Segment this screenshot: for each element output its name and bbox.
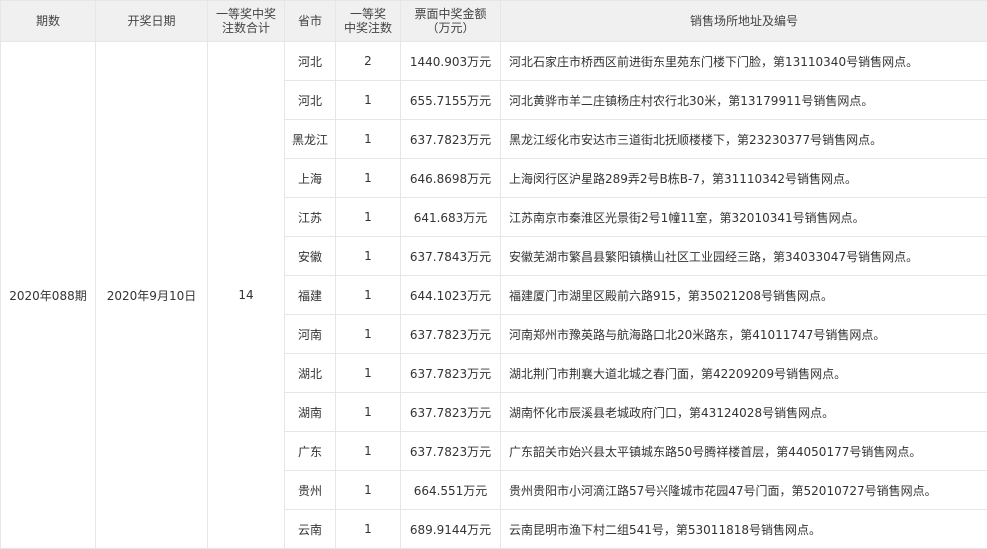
header-row: 期数 开奖日期 一等奖中奖 注数合计 省市 一等奖 中奖注数 票面中奖金额 （万…	[1, 1, 987, 42]
prize-amount-cell: 637.7823万元	[401, 315, 501, 354]
prize-amount-cell: 637.7843万元	[401, 237, 501, 276]
province-cell: 江苏	[285, 198, 336, 237]
prize-amount-cell: 641.683万元	[401, 198, 501, 237]
province-cell: 福建	[285, 276, 336, 315]
address-cell: 湖北荆门市荆襄大道北城之春门面，第42209209号销售网点。	[501, 354, 987, 393]
prize-amount-cell: 1440.903万元	[401, 42, 501, 81]
province-cell: 安徽	[285, 237, 336, 276]
province-cell: 湖北	[285, 354, 336, 393]
province-cell: 河南	[285, 315, 336, 354]
winners-table: 期数 开奖日期 一等奖中奖 注数合计 省市 一等奖 中奖注数 票面中奖金额 （万…	[0, 0, 987, 549]
prize-amount-cell: 637.7823万元	[401, 120, 501, 159]
province-cell: 广东	[285, 432, 336, 471]
prize-amount-cell: 637.7823万元	[401, 354, 501, 393]
address-cell: 河南郑州市豫英路与航海路口北20米路东，第41011747号销售网点。	[501, 315, 987, 354]
winner-count-cell: 1	[336, 510, 401, 549]
address-cell: 安徽芜湖市繁昌县繁阳镇横山社区工业园经三路，第34033047号销售网点。	[501, 237, 987, 276]
prize-amount-cell: 644.1023万元	[401, 276, 501, 315]
header-total-line2: 注数合计	[208, 21, 284, 35]
header-date: 开奖日期	[96, 1, 208, 42]
header-province: 省市	[285, 1, 336, 42]
province-cell: 云南	[285, 510, 336, 549]
header-amount-line1: 票面中奖金额	[401, 7, 500, 21]
prize-amount-cell: 689.9144万元	[401, 510, 501, 549]
winner-count-cell: 1	[336, 120, 401, 159]
period-cell: 2020年088期	[1, 42, 96, 549]
prize-amount-cell: 637.7823万元	[401, 393, 501, 432]
header-total-line1: 一等奖中奖	[208, 7, 284, 21]
province-cell: 贵州	[285, 471, 336, 510]
province-cell: 湖南	[285, 393, 336, 432]
header-prize-amount: 票面中奖金额 （万元）	[401, 1, 501, 42]
province-cell: 上海	[285, 159, 336, 198]
prize-amount-cell: 655.7155万元	[401, 81, 501, 120]
table-header: 期数 开奖日期 一等奖中奖 注数合计 省市 一等奖 中奖注数 票面中奖金额 （万…	[1, 1, 987, 42]
prize-amount-cell: 637.7823万元	[401, 432, 501, 471]
header-amount-line2: （万元）	[401, 21, 500, 35]
address-cell: 广东韶关市始兴县太平镇城东路50号腾祥楼首层，第44050177号销售网点。	[501, 432, 987, 471]
winner-count-cell: 1	[336, 354, 401, 393]
total-winners-cell: 14	[208, 42, 285, 549]
winner-count-cell: 1	[336, 237, 401, 276]
address-cell: 上海闵行区沪星路289弄2号B栋B-7，第31110342号销售网点。	[501, 159, 987, 198]
winner-count-cell: 1	[336, 471, 401, 510]
prize-amount-cell: 646.8698万元	[401, 159, 501, 198]
province-cell: 河北	[285, 81, 336, 120]
winner-count-cell: 1	[336, 276, 401, 315]
province-cell: 黑龙江	[285, 120, 336, 159]
table-row: 2020年088期2020年9月10日14河北21440.903万元河北石家庄市…	[1, 42, 987, 81]
header-count-line2: 中奖注数	[336, 21, 400, 35]
winner-count-cell: 2	[336, 42, 401, 81]
winner-count-cell: 1	[336, 159, 401, 198]
table-body: 2020年088期2020年9月10日14河北21440.903万元河北石家庄市…	[1, 42, 987, 549]
address-cell: 湖南怀化市辰溪县老城政府门口，第43124028号销售网点。	[501, 393, 987, 432]
header-winner-count: 一等奖 中奖注数	[336, 1, 401, 42]
winner-count-cell: 1	[336, 393, 401, 432]
prize-amount-cell: 664.551万元	[401, 471, 501, 510]
province-cell: 河北	[285, 42, 336, 81]
winner-count-cell: 1	[336, 81, 401, 120]
winner-count-cell: 1	[336, 198, 401, 237]
winner-count-cell: 1	[336, 315, 401, 354]
address-cell: 福建厦门市湖里区殿前六路915，第35021208号销售网点。	[501, 276, 987, 315]
date-cell: 2020年9月10日	[96, 42, 208, 549]
header-total-winners: 一等奖中奖 注数合计	[208, 1, 285, 42]
address-cell: 云南昆明市渔下村二组541号，第53011818号销售网点。	[501, 510, 987, 549]
address-cell: 河北石家庄市桥西区前进街东里苑东门楼下门脸，第13110340号销售网点。	[501, 42, 987, 81]
header-address: 销售场所地址及编号	[501, 1, 987, 42]
address-cell: 江苏南京市秦淮区光景街2号1幢11室，第32010341号销售网点。	[501, 198, 987, 237]
address-cell: 河北黄骅市羊二庄镇杨庄村农行北30米，第13179911号销售网点。	[501, 81, 987, 120]
address-cell: 黑龙江绥化市安达市三道街北抚顺楼楼下，第23230377号销售网点。	[501, 120, 987, 159]
winner-count-cell: 1	[336, 432, 401, 471]
header-period: 期数	[1, 1, 96, 42]
address-cell: 贵州贵阳市小河滴江路57号兴隆城市花园47号门面，第52010727号销售网点。	[501, 471, 987, 510]
header-count-line1: 一等奖	[336, 7, 400, 21]
